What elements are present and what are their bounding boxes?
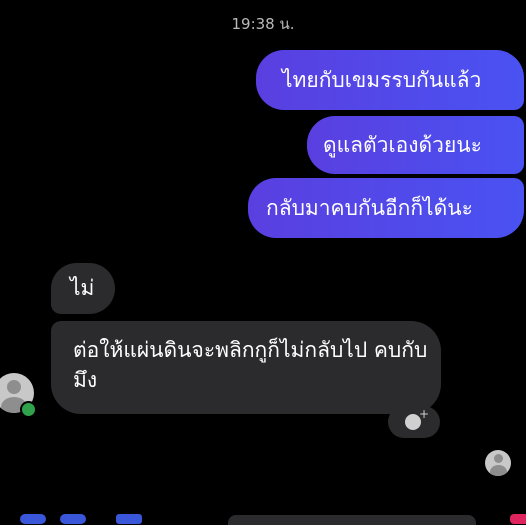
incoming-message[interactable]: ไม่ xyxy=(51,263,115,314)
seen-avatar-icon xyxy=(485,450,511,476)
avatar-torso xyxy=(490,465,507,476)
outgoing-message[interactable]: กลับมาคบกันอีกก็ได้นะ xyxy=(248,178,524,238)
online-status-dot xyxy=(20,401,37,418)
avatar-head xyxy=(494,454,503,463)
like-icon[interactable] xyxy=(510,514,526,524)
outgoing-message[interactable]: ดูแลตัวเองด้วยนะ xyxy=(307,116,524,174)
incoming-message[interactable]: ต่อให้แผ่นดินจะพลิกกูก็ไม่กลับไป คบกับมึ… xyxy=(51,321,441,414)
message-timestamp: 19:38 น. xyxy=(231,15,295,33)
plus-icon: + xyxy=(419,407,430,421)
avatar-head xyxy=(7,380,21,394)
camera-icon[interactable] xyxy=(60,514,86,524)
more-actions-icon[interactable] xyxy=(20,514,46,524)
outgoing-message[interactable]: ไทยกับเขมรรบกันแล้ว xyxy=(256,50,524,110)
composer-bar xyxy=(0,510,526,525)
add-reaction-button[interactable]: + xyxy=(388,406,440,438)
message-input[interactable] xyxy=(228,515,476,525)
gallery-icon[interactable] xyxy=(116,514,142,524)
